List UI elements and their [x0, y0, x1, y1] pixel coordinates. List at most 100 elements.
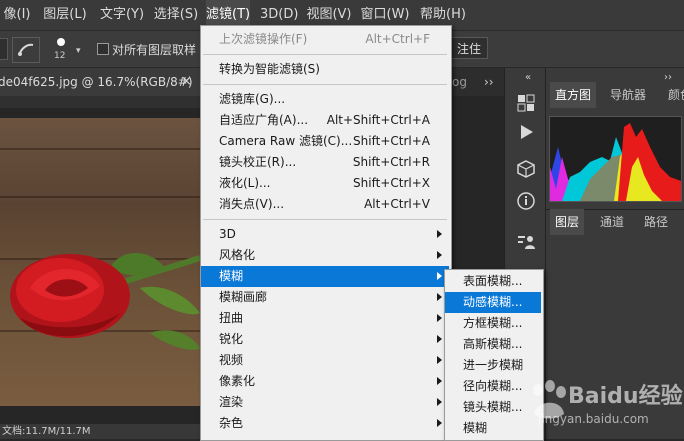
tab-channels[interactable]: 通道 [600, 209, 624, 235]
menu-item-shortcut: Alt+Shift+Ctrl+A [326, 113, 430, 127]
menu-item-liquify[interactable]: 液化(L)... Shift+Ctrl+X [201, 173, 449, 194]
submenu-item-label: 表面模糊... [463, 274, 523, 288]
tab-color[interactable]: 颜色 [668, 82, 684, 108]
tab-layers[interactable]: 图层 [550, 209, 585, 235]
menu-item-shortcut: Alt+Ctrl+F [365, 32, 430, 46]
play-icon[interactable] [515, 121, 537, 143]
watermark-url: jingyan.baidu.com [538, 412, 649, 426]
submenu-arrow-icon [437, 293, 442, 301]
other-document-tab[interactable]: og [452, 68, 467, 96]
menu-item-camera-raw-filter[interactable]: Camera Raw 滤镜(C)... Shift+Ctrl+A [201, 131, 449, 152]
submenu-item-gaussian-blur[interactable]: 高斯模糊... [445, 334, 541, 355]
document-image[interactable] [0, 118, 200, 406]
document-tab[interactable]: de04f625.jpg @ 16.7%(RGB/8#) × [0, 68, 200, 96]
tab-overflow-icon[interactable]: ›› [484, 68, 494, 96]
menu-type[interactable]: 文字(Y) [96, 0, 148, 30]
submenu-arrow-icon [437, 335, 442, 343]
submenu-arrow-icon [437, 272, 442, 280]
submenu-item-lens-blur[interactable]: 镜头模糊... [445, 397, 541, 418]
cube-icon[interactable] [515, 158, 537, 180]
mask-icon[interactable] [515, 92, 537, 114]
menu-item-lens-correction[interactable]: 镜头校正(R)... Shift+Ctrl+R [201, 152, 449, 173]
tab-histogram[interactable]: 直方图 [550, 82, 597, 108]
menu-item-shortcut: Shift+Ctrl+X [353, 176, 430, 190]
chevron-down-icon: ▾ [76, 46, 81, 56]
paragraph-icon[interactable] [515, 231, 537, 253]
submenu-item-radial-blur[interactable]: 径向模糊... [445, 376, 541, 397]
menu-separator [203, 219, 447, 220]
submenu-item-surface-blur[interactable]: 表面模糊... [445, 271, 541, 292]
collapse-panels-icon[interactable]: « [525, 72, 531, 83]
submenu-item-label: 进一步模糊 [463, 358, 524, 372]
menu-item-label: 像素化 [219, 374, 256, 388]
watermark-brand: Baidu经验 [568, 384, 683, 409]
tool-preset-picker[interactable] [0, 38, 8, 60]
menu-item-label: 模糊 [219, 269, 244, 283]
sample-all-layers-label: 对所有图层取样 [112, 43, 197, 57]
menu-item-distort[interactable]: 扭曲 [201, 308, 449, 329]
info-icon[interactable] [515, 190, 537, 212]
submenu-item-label: 高斯模糊... [463, 337, 523, 351]
menu-layer[interactable]: 图层(L) [39, 0, 91, 30]
menu-item-pixelate[interactable]: 像素化 [201, 371, 449, 392]
filter-menu: 上次滤镜操作(F) Alt+Ctrl+F 转换为智能滤镜(S) 滤镜库(G)... 自适… [200, 25, 452, 441]
brush-size-picker[interactable]: 12 ▾ [52, 36, 92, 66]
submenu-item-box-blur[interactable]: 方框模糊... [445, 313, 541, 334]
menu-item-label: 消失点(V)... [219, 197, 285, 211]
menu-item-filter-gallery[interactable]: 滤镜库(G)... [201, 89, 449, 110]
watermark: Baidu经验 jingyan.baidu.com [528, 376, 684, 432]
submenu-item-label: 镜头模糊... [463, 400, 523, 414]
menu-image[interactable]: 像(I) [0, 0, 34, 30]
menu-item-blur-gallery[interactable]: 模糊画廊 [201, 287, 449, 308]
tab-paths[interactable]: 路径 [644, 209, 668, 235]
submenu-arrow-icon [437, 251, 442, 259]
menu-item-adaptive-wide-angle[interactable]: 自适应广角(A)... Alt+Shift+Ctrl+A [201, 110, 449, 131]
menu-item-label: 视频 [219, 353, 244, 367]
submenu-item-blur[interactable]: 模糊 [445, 418, 541, 439]
menu-item-label: 液化(L)... [219, 176, 271, 190]
menu-item-label: 3D [219, 227, 236, 241]
menu-item-label: 镜头校正(R)... [219, 155, 297, 169]
menu-item-blur[interactable]: 模糊 [201, 266, 449, 287]
submenu-item-label: 动感模糊... [463, 295, 523, 309]
submenu-item-motion-blur[interactable]: 动感模糊... [445, 292, 541, 313]
sample-all-layers-checkbox[interactable] [97, 43, 109, 55]
submenu-arrow-icon [437, 356, 442, 364]
menu-item-label: 自适应广角(A)... [219, 113, 309, 127]
menu-select[interactable]: 选择(S) [152, 0, 200, 30]
submenu-arrow-icon [437, 377, 442, 385]
histogram-graph [549, 116, 682, 202]
ruler [0, 96, 200, 108]
tab-navigator[interactable]: 导航器 [610, 82, 646, 108]
submenu-arrow-icon [437, 398, 442, 406]
menu-separator [203, 54, 447, 55]
brush-tip-icon [57, 38, 65, 46]
brush-icon [18, 43, 34, 56]
menu-item-label: 上次滤镜操作(F) [219, 32, 308, 46]
menu-item-video[interactable]: 视频 [201, 350, 449, 371]
menu-item-render[interactable]: 渲染 [201, 392, 449, 413]
menu-item-label: Camera Raw 滤镜(C)... [219, 134, 353, 148]
menu-item-3d[interactable]: 3D [201, 224, 449, 245]
document-size-status: 文档:11.7M/11.7M [2, 426, 91, 437]
menu-item-label: 杂色 [219, 416, 244, 430]
menu-item-convert-smart-filter[interactable]: 转换为智能滤镜(S) [201, 59, 449, 80]
menu-item-stylize[interactable]: 风格化 [201, 245, 449, 266]
submenu-arrow-icon [437, 230, 442, 238]
menu-item-last-filter: 上次滤镜操作(F) Alt+Ctrl+F [201, 29, 449, 50]
menu-item-noise[interactable]: 杂色 [201, 413, 449, 434]
brush-mode-button[interactable] [12, 37, 40, 63]
close-tab-icon[interactable]: × [181, 68, 192, 96]
menu-item-label: 渲染 [219, 395, 244, 409]
menu-item-shortcut: Shift+Ctrl+A [353, 134, 430, 148]
menu-item-sharpen[interactable]: 锐化 [201, 329, 449, 350]
submenu-item-label: 方框模糊... [463, 316, 523, 330]
menu-item-vanishing-point[interactable]: 消失点(V)... Alt+Ctrl+V [201, 194, 449, 215]
menu-separator [203, 84, 447, 85]
menu-item-shortcut: Shift+Ctrl+R [352, 155, 430, 169]
menu-item-label: 风格化 [219, 248, 256, 262]
brush-size-value: 12 [54, 51, 66, 61]
submenu-arrow-icon [437, 314, 442, 322]
document-tab-title: de04f625.jpg @ 16.7%(RGB/8#) [0, 75, 193, 89]
submenu-item-blur-more[interactable]: 进一步模糊 [445, 355, 541, 376]
